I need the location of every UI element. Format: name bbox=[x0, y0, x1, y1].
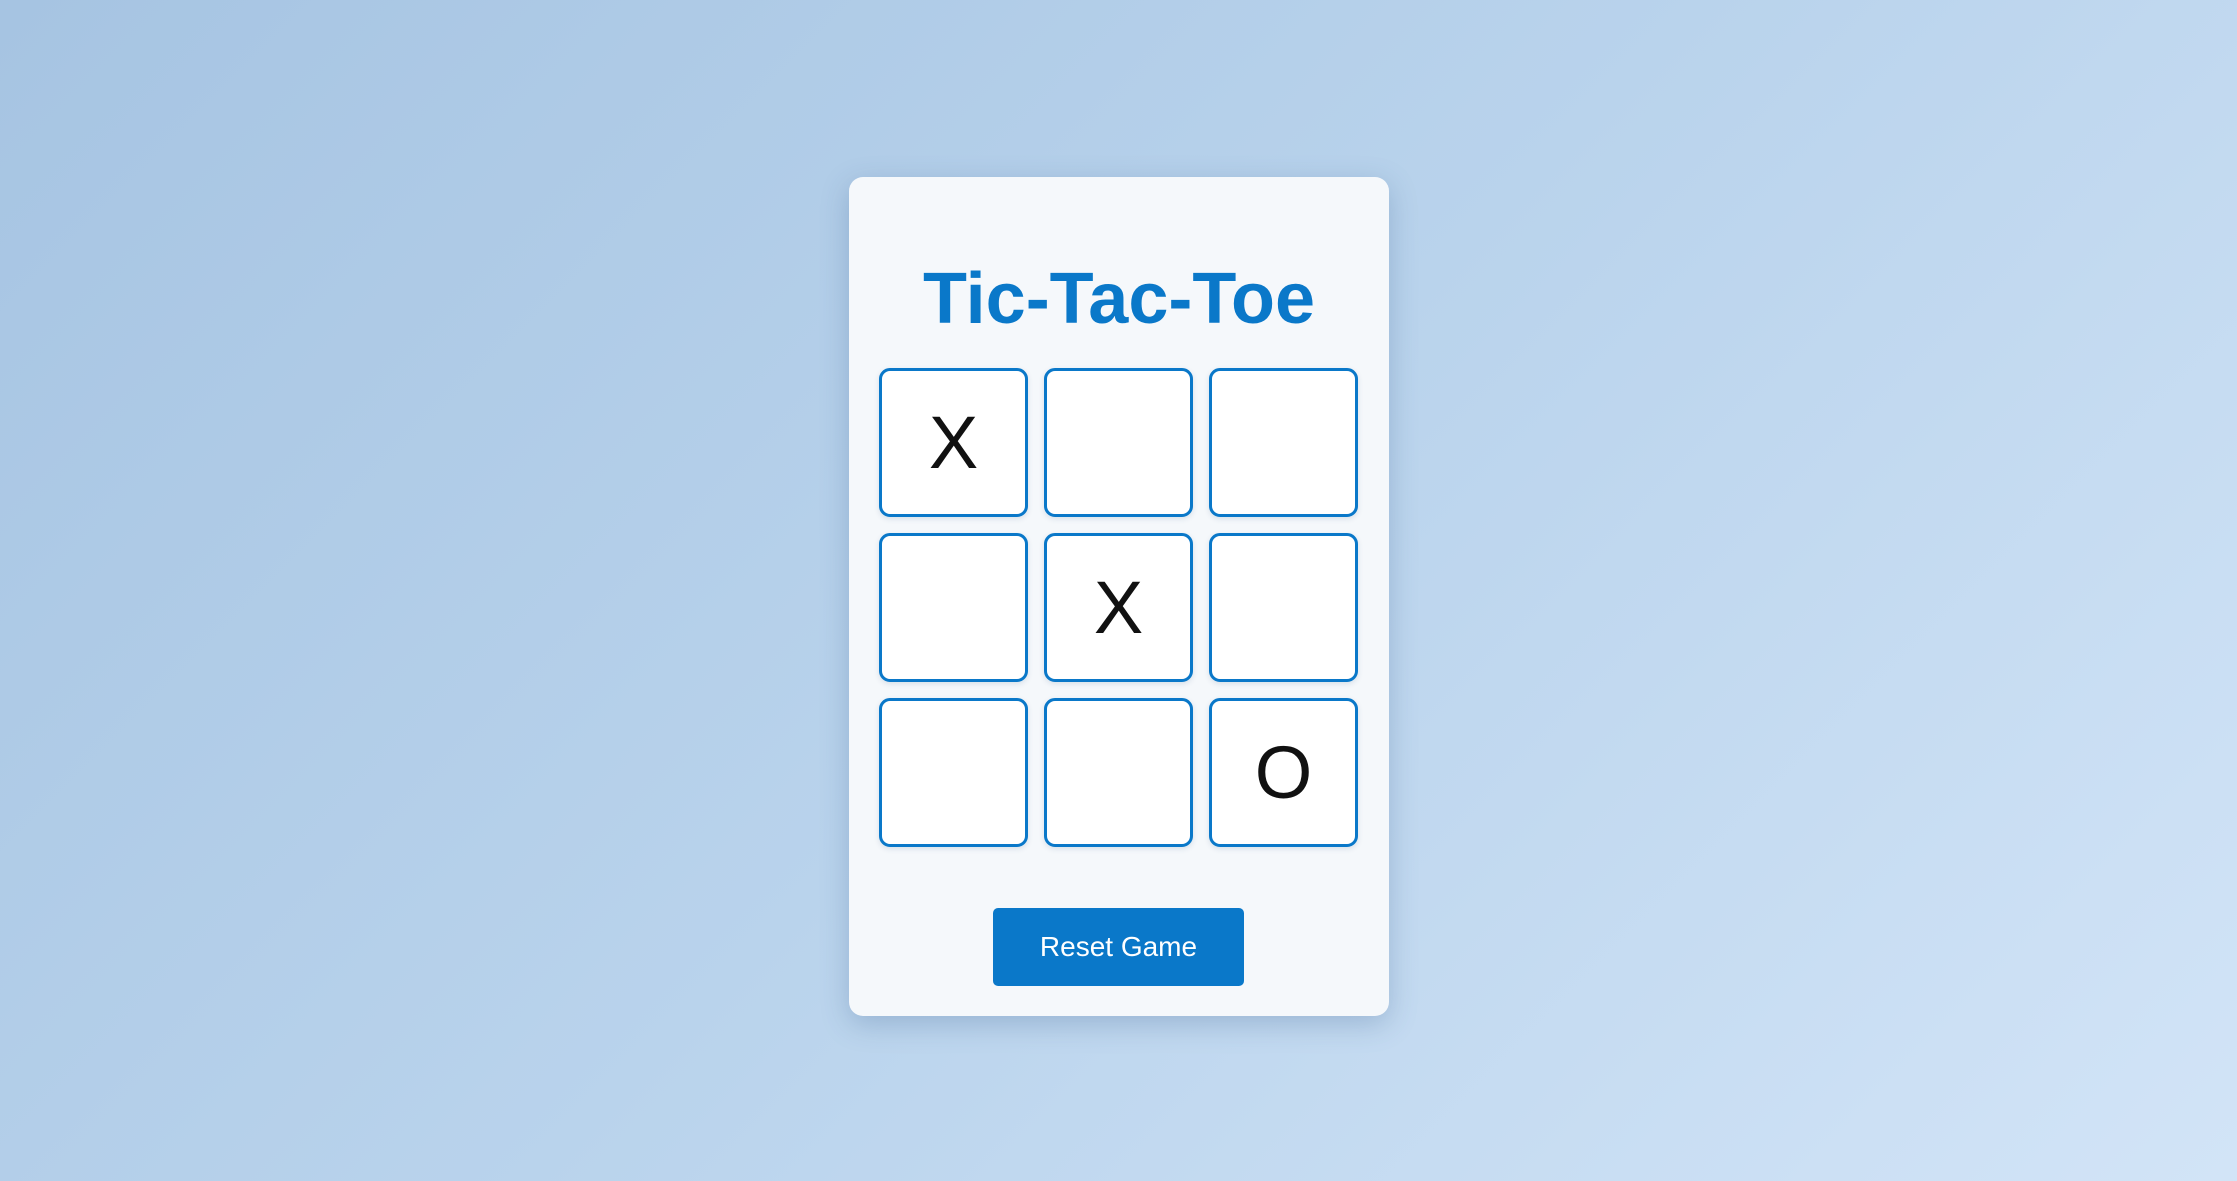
cell-r2-c2[interactable]: X bbox=[1044, 533, 1193, 682]
cell-r1-c2[interactable] bbox=[1044, 368, 1193, 517]
cell-r3-c3[interactable]: O bbox=[1209, 698, 1358, 847]
cell-r1-c3[interactable] bbox=[1209, 368, 1358, 517]
cell-r2-c1[interactable] bbox=[879, 533, 1028, 682]
cell-r2-c3[interactable] bbox=[1209, 533, 1358, 682]
game-card: Tic-Tac-Toe X X O Reset Game bbox=[849, 177, 1389, 1016]
reset-game-button[interactable]: Reset Game bbox=[993, 908, 1244, 986]
game-board: X X O bbox=[879, 368, 1358, 847]
cell-r1-c1[interactable]: X bbox=[879, 368, 1028, 517]
cell-r3-c2[interactable] bbox=[1044, 698, 1193, 847]
cell-r3-c1[interactable] bbox=[879, 698, 1028, 847]
game-title: Tic-Tac-Toe bbox=[922, 259, 1316, 339]
